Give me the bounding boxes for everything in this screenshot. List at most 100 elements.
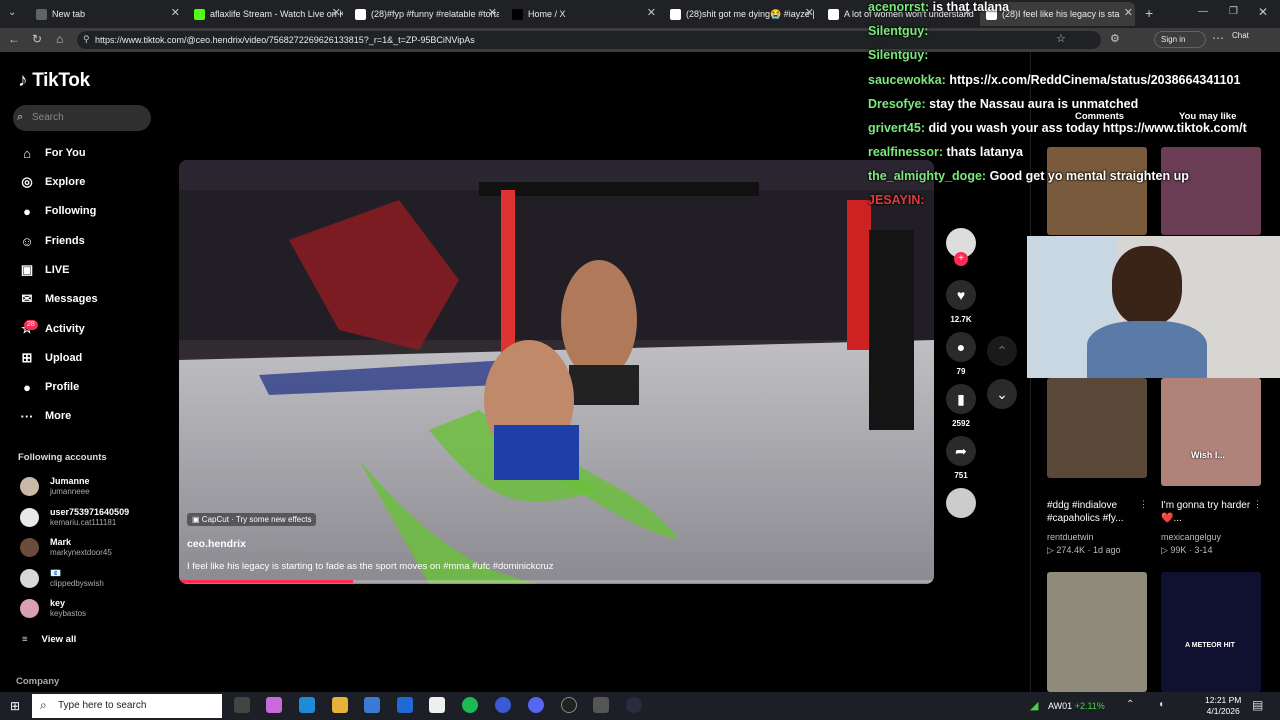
tiktok-logo[interactable]: ♪ TikTok — [18, 70, 90, 92]
settings-icon[interactable] — [593, 697, 609, 713]
next-video-button[interactable]: ⌄ — [987, 379, 1017, 409]
close-tab-icon[interactable]: ✕ — [332, 6, 341, 19]
browser-tab[interactable]: New tab ✕ — [30, 2, 182, 26]
task-view-icon[interactable] — [234, 697, 250, 713]
close-tab-icon[interactable]: ✕ — [647, 6, 656, 19]
windows-start-icon[interactable]: ⊞ — [10, 699, 20, 713]
close-tab-icon[interactable]: ✕ — [805, 6, 814, 19]
like-count: 12.7K — [950, 315, 972, 324]
share-button[interactable]: ➦ 751 — [946, 436, 976, 480]
address-bar[interactable]: https://www.tiktok.com/@ceo.hendrix/vide… — [77, 31, 1101, 49]
sidebar-item-label: For You — [45, 147, 86, 159]
recommended-thumbnail[interactable]: A METEOR HIT — [1161, 572, 1261, 692]
mail-icon[interactable] — [397, 697, 413, 713]
app-icon[interactable] — [495, 697, 511, 713]
sidebar-item-profile[interactable]: ● Profile — [18, 376, 79, 398]
document-icon[interactable] — [429, 697, 445, 713]
taskbar-search-input[interactable]: Type here to search — [32, 694, 222, 718]
sidebar-item-upload[interactable]: ⊞ Upload — [18, 347, 83, 369]
video-player[interactable]: ▣ CapCut · Try some new effects ceo.hend… — [179, 160, 934, 584]
extensions-icon[interactable]: ⚙ — [1110, 32, 1120, 45]
following-account-item[interactable]: key keybastos — [20, 598, 86, 619]
sidebar-item-following[interactable]: ● Following — [18, 200, 96, 222]
discord-icon[interactable] — [528, 697, 544, 713]
recommended-thumbnail[interactable] — [1047, 378, 1147, 478]
account-name: 📧 — [50, 568, 62, 578]
tray-chevron-up-icon[interactable]: ⌃ — [1126, 699, 1134, 710]
back-icon[interactable]: ← — [8, 32, 20, 46]
maximize-icon[interactable]: ❐ — [1229, 6, 1238, 17]
spotify-icon[interactable] — [462, 697, 478, 713]
more-options-icon[interactable]: ⋮ — [1253, 499, 1262, 510]
previous-video-button[interactable]: ⌃ — [987, 336, 1017, 366]
browser-tab[interactable]: Home / X ✕ — [506, 2, 658, 26]
tab-search-icon[interactable]: ⌄ — [8, 7, 16, 18]
video-author[interactable]: ceo.hendrix — [187, 538, 246, 550]
file-explorer-icon[interactable] — [332, 697, 348, 713]
menu-icon[interactable]: ⋯ — [1212, 31, 1224, 45]
obs-icon[interactable] — [561, 697, 577, 713]
comment-button[interactable]: ● 79 — [946, 332, 976, 376]
store-icon[interactable] — [364, 697, 380, 713]
browser-tab[interactable]: (28)#fyp #funny #relatable #torta ✕ — [349, 2, 499, 26]
following-account-item[interactable]: Jumanne jumanneee — [20, 476, 90, 497]
following-account-item[interactable]: user753971640509 kemariu.cat111181 — [20, 507, 129, 528]
stock-ticker[interactable]: AW01 +2.11% — [1048, 701, 1105, 711]
sidebar-item-more[interactable]: ··· More — [18, 405, 72, 427]
chat-text: is that talana — [932, 0, 1010, 14]
minimize-icon[interactable]: — — [1198, 6, 1208, 17]
sidebar-item-live[interactable]: ▣ LIVE — [18, 259, 70, 281]
following-account-item[interactable]: Mark markynextdoor45 — [20, 537, 112, 558]
recommended-caption[interactable]: #ddg #indialove #capaholics #fy... — [1047, 499, 1139, 525]
volume-icon[interactable]: ◖ — [1158, 699, 1164, 710]
sound-button[interactable] — [946, 488, 976, 518]
recommended-caption[interactable]: I'm gonna try harder ❤️... — [1161, 499, 1253, 525]
recommended-thumbnail[interactable] — [1161, 147, 1261, 235]
view-all-link[interactable]: ≡ View all — [22, 634, 76, 645]
app-icon[interactable] — [626, 697, 642, 713]
copilot-chat-button[interactable]: Chat — [1232, 31, 1249, 40]
capcut-text: CapCut · Try some new effects — [201, 515, 312, 524]
account-name: Jumanne — [50, 476, 90, 486]
close-tab-icon[interactable]: ✕ — [488, 6, 497, 19]
sidebar-item-for-you[interactable]: ⌂ For You — [18, 142, 86, 164]
recommended-author[interactable]: rentduetwin — [1047, 532, 1094, 542]
browser-tab[interactable]: (28)shit got me dying😭 #iayze | ✕ — [664, 2, 816, 26]
video-date: 2025-11-2 — [255, 538, 303, 550]
home-icon[interactable]: ⌂ — [56, 32, 63, 46]
edge-icon[interactable] — [299, 697, 315, 713]
creator-avatar-button[interactable]: + — [946, 228, 976, 266]
capcut-badge[interactable]: ▣ CapCut · Try some new effects — [187, 513, 317, 526]
following-account-item[interactable]: 📧 clippedbyswish — [20, 568, 104, 589]
close-window-icon[interactable]: ✕ — [1258, 5, 1268, 19]
notifications-icon[interactable]: ▤ — [1252, 698, 1263, 712]
follow-plus-icon[interactable]: + — [954, 252, 968, 266]
sidebar-item-friends[interactable]: ☺ Friends — [18, 230, 84, 252]
site-info-icon[interactable]: ⚲ — [83, 34, 90, 45]
company-link[interactable]: Company — [16, 676, 59, 687]
copilot-icon[interactable] — [266, 697, 282, 713]
recommended-thumbnail[interactable]: Wish I... — [1161, 378, 1261, 486]
close-tab-icon[interactable]: ✕ — [171, 6, 180, 19]
avatar — [20, 599, 39, 618]
favorite-icon[interactable]: ☆ — [1056, 32, 1066, 45]
clock[interactable]: 12:21 PM 4/1/2026 — [1205, 695, 1241, 717]
chat-text: Good get yo mental straighten up — [989, 169, 1189, 183]
search-input[interactable]: Search — [13, 105, 151, 131]
recommended-thumbnail[interactable] — [1047, 572, 1147, 692]
recommended-author[interactable]: mexicangelguy — [1161, 532, 1221, 542]
sidebar-item-explore[interactable]: ◎ Explore — [18, 171, 85, 193]
chat-text: did you wash your ass today https://www.… — [928, 121, 1247, 135]
reload-icon[interactable]: ↻ — [32, 32, 42, 46]
more-options-icon[interactable]: ⋮ — [1139, 499, 1148, 510]
comment-count: 79 — [956, 367, 966, 376]
sign-in-button[interactable]: Sign in — [1154, 31, 1206, 48]
like-button[interactable]: ♥ 12.7K — [946, 280, 976, 324]
close-tab-icon[interactable]: ✕ — [1124, 6, 1133, 19]
save-button[interactable]: ▮ 2592 — [946, 384, 976, 428]
new-tab-icon[interactable]: + — [1145, 5, 1153, 21]
recommended-thumbnail[interactable] — [1047, 147, 1147, 235]
sidebar-item-messages[interactable]: ✉ Messages — [18, 288, 98, 310]
browser-tab[interactable]: aflaxlife Stream - Watch Live on Ki ✕ — [188, 2, 343, 26]
chat-username: Silentguy — [868, 48, 925, 62]
